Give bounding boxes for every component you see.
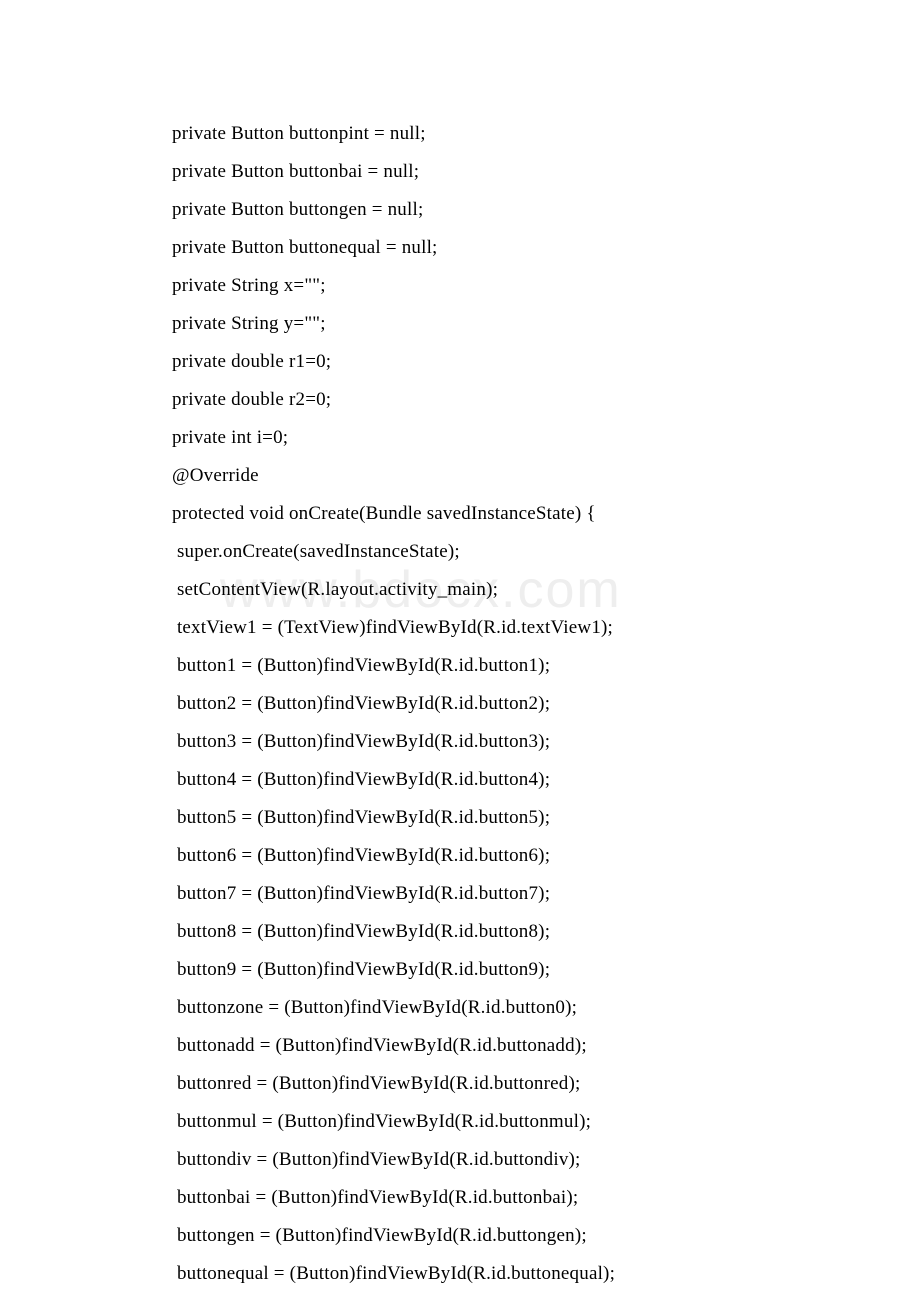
code-line: private double r2=0;: [172, 381, 872, 419]
code-line: private Button buttonbai = null;: [172, 153, 872, 191]
code-line: button4 = (Button)findViewById(R.id.butt…: [172, 761, 872, 799]
code-line: private Button buttonequal = null;: [172, 229, 872, 267]
code-line: button6 = (Button)findViewById(R.id.butt…: [172, 837, 872, 875]
code-line: buttonred = (Button)findViewById(R.id.bu…: [172, 1065, 872, 1103]
code-line: button7 = (Button)findViewById(R.id.butt…: [172, 875, 872, 913]
code-line: buttonbai = (Button)findViewById(R.id.bu…: [172, 1179, 872, 1217]
code-line: private Button buttongen = null;: [172, 191, 872, 229]
code-line: button9 = (Button)findViewById(R.id.butt…: [172, 951, 872, 989]
code-line: buttondiv = (Button)findViewById(R.id.bu…: [172, 1141, 872, 1179]
code-line: private double r1=0;: [172, 343, 872, 381]
code-line: private int i=0;: [172, 419, 872, 457]
code-line: button5 = (Button)findViewById(R.id.butt…: [172, 799, 872, 837]
code-line: button1 = (Button)findViewById(R.id.butt…: [172, 647, 872, 685]
document-page: www.bdocx.com private Button buttonpint …: [0, 0, 872, 1293]
code-line: buttonequal = (Button)findViewById(R.id.…: [172, 1255, 872, 1293]
code-line: setContentView(R.layout.activity_main);: [172, 571, 872, 609]
code-line: textView1 = (TextView)findViewById(R.id.…: [172, 609, 872, 647]
code-content: private Button buttonpint = null; privat…: [172, 115, 872, 1293]
code-line: button2 = (Button)findViewById(R.id.butt…: [172, 685, 872, 723]
code-line: private Button buttonpint = null;: [172, 115, 872, 153]
code-line: super.onCreate(savedInstanceState);: [172, 533, 872, 571]
code-line: buttonmul = (Button)findViewById(R.id.bu…: [172, 1103, 872, 1141]
code-line: buttonadd = (Button)findViewById(R.id.bu…: [172, 1027, 872, 1065]
code-line: private String x="";: [172, 267, 872, 305]
code-line: private String y="";: [172, 305, 872, 343]
code-line: button8 = (Button)findViewById(R.id.butt…: [172, 913, 872, 951]
code-line: protected void onCreate(Bundle savedInst…: [172, 495, 872, 533]
code-line: buttongen = (Button)findViewById(R.id.bu…: [172, 1217, 872, 1255]
code-line: buttonzone = (Button)findViewById(R.id.b…: [172, 989, 872, 1027]
code-line: @Override: [172, 457, 872, 495]
code-line: button3 = (Button)findViewById(R.id.butt…: [172, 723, 872, 761]
